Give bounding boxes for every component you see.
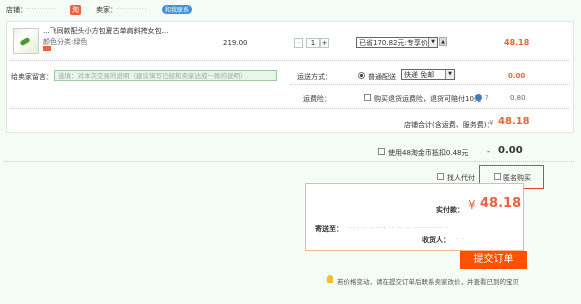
- message-label: 给卖家留言：: [11, 73, 53, 81]
- lightbulb-icon: [327, 275, 333, 283]
- insurance-checkbox[interactable]: [364, 94, 371, 101]
- quantity-plus-button[interactable]: +: [320, 38, 329, 48]
- seller-name[interactable]: ···········: [117, 5, 147, 13]
- anonymous-checkbox[interactable]: [494, 173, 501, 180]
- points-minus: -: [487, 147, 490, 156]
- paid-amount: 48.18: [480, 196, 522, 211]
- proxy-pay-checkbox[interactable]: [437, 173, 444, 180]
- product-title[interactable]: ...飞同款配头小方包夏古单肩斜挎女包...: [43, 26, 168, 36]
- anonymous-label: 匿名购买: [503, 174, 531, 182]
- proxy-pay-label: 找人代付: [447, 174, 475, 182]
- shipping-method-value: 快递 免邮: [404, 71, 435, 79]
- ship-to-address: ···· ·· ······ ·· ·· ·· ··········· ·: [348, 224, 449, 232]
- insurance-help-link[interactable]: ?: [485, 94, 489, 102]
- divider: [4, 161, 574, 162]
- chevron-down-icon: ▼: [445, 70, 454, 79]
- product-image-icon: [19, 36, 31, 47]
- receiver-label: 收货人：: [422, 236, 450, 244]
- points-label: 使用48淘金币抵扣0.48元: [388, 149, 469, 157]
- shipping-method-select[interactable]: 快递 免邮 ▼: [401, 69, 455, 80]
- divider: [290, 84, 570, 85]
- submit-order-button[interactable]: 提交订单: [460, 251, 527, 269]
- ship-to-label: 寄送至：: [315, 225, 343, 233]
- shop-total-amount: 48.18: [498, 116, 530, 127]
- product-thumbnail[interactable]: [13, 28, 39, 54]
- divider: [11, 60, 569, 61]
- shop-tag-icon: 淘: [70, 5, 81, 15]
- item-subtotal: 48.18: [504, 38, 530, 47]
- points-amount: 0.00: [498, 145, 523, 156]
- discount-select[interactable]: 已省170.82元:专享价 ▼: [356, 37, 438, 48]
- shop-total-label: 店铺合计(含运费、服务费)：: [404, 121, 494, 129]
- receiver-name: · ·: [456, 235, 465, 243]
- shipping-fee: 0.00: [508, 72, 526, 80]
- insurance-label: 运费险：: [303, 95, 331, 103]
- shop-total-currency: ¥: [489, 119, 494, 127]
- shipping-radio[interactable]: [358, 72, 365, 79]
- paid-label: 实付款：: [436, 206, 464, 214]
- order-summary: 实付款： ¥ 48.18 寄送至： ···· ·· ······ ·· ·· ·…: [305, 183, 524, 251]
- seller-message-input[interactable]: 选填：对本次交易的说明（建议填写已经和卖家达成一致的说明）: [54, 70, 277, 81]
- shop-header: 店铺： ··········· 淘 卖家： ··········· 和我联系: [0, 0, 581, 20]
- divider: [11, 108, 569, 109]
- shop-label: 店铺：: [6, 6, 27, 14]
- points-checkbox[interactable]: [378, 148, 385, 155]
- chevron-down-icon: ▼: [428, 38, 437, 47]
- quantity-input[interactable]: 1: [306, 38, 320, 48]
- shipping-option-label: 普通配送: [368, 73, 396, 81]
- quantity-minus-button[interactable]: -: [294, 38, 303, 48]
- contact-seller-button[interactable]: 和我联系: [162, 5, 193, 14]
- seller-label: 卖家：: [96, 6, 117, 14]
- order-item-panel: ...飞同款配头小方包夏古单肩斜挎女包... 颜色分类:绿色 219.00 - …: [6, 21, 574, 133]
- promo-badge-icon: [43, 46, 51, 51]
- insurance-checkbox-label: 购买退货运费险，退货可赔付10元: [374, 95, 481, 103]
- paid-currency: ¥: [468, 198, 476, 212]
- shipping-label: 运送方式：: [297, 73, 332, 81]
- discount-select-value: 已省170.82元:专享价: [359, 39, 428, 47]
- price-change-notice: 若价格变动，请在提交订单后联系卖家改价，并查看已到的宝贝: [337, 278, 519, 286]
- help-icon[interactable]: [475, 94, 482, 101]
- discount-info-icon[interactable]: ▲: [439, 37, 447, 46]
- insurance-fee: 0.80: [510, 94, 526, 102]
- shop-name[interactable]: ···········: [26, 5, 56, 13]
- unit-price: 219.00: [223, 39, 248, 47]
